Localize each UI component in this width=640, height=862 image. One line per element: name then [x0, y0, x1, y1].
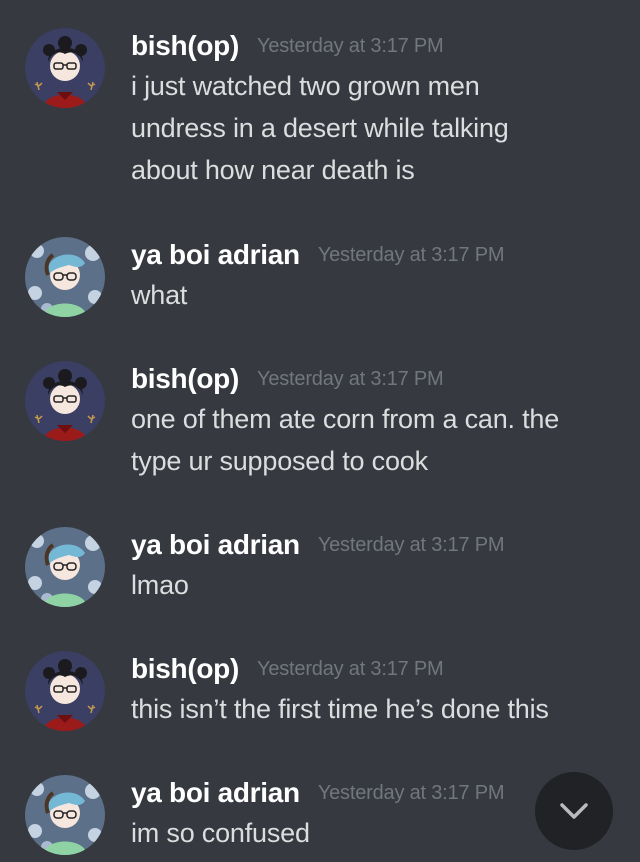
username[interactable]: bish(op): [131, 363, 239, 395]
timestamp: Yesterday at 3:17 PM: [317, 533, 505, 556]
timestamp: Yesterday at 3:17 PM: [257, 34, 444, 57]
bish-avatar-icon: [25, 361, 105, 441]
message-header: ya boi adrian Yesterday at 3:17 PM: [131, 237, 505, 273]
username[interactable]: ya boi adrian: [131, 239, 300, 271]
message-header: ya boi adrian Yesterday at 3:17 PM: [131, 527, 505, 563]
message-content: one of them ate corn from a can. the typ…: [131, 398, 621, 482]
message-content: what: [131, 274, 621, 316]
message-header: ya boi adrian Yesterday at 3:17 PM: [131, 775, 505, 811]
message-content: i just watched two grown men undress in …: [131, 65, 621, 191]
message-header: bish(op) Yesterday at 3:17 PM: [131, 361, 444, 397]
timestamp: Yesterday at 3:17 PM: [257, 367, 444, 390]
message-content: lmao: [131, 564, 621, 606]
avatar[interactable]: [25, 527, 105, 607]
avatar[interactable]: [25, 237, 105, 317]
message-header: bish(op) Yesterday at 3:17 PM: [131, 651, 444, 687]
message-header: bish(op) Yesterday at 3:17 PM: [131, 28, 444, 64]
timestamp: Yesterday at 3:17 PM: [317, 243, 505, 266]
adrian-avatar-icon: [25, 527, 105, 607]
timestamp: Yesterday at 3:17 PM: [317, 781, 505, 804]
message-line: i just watched two grown men: [131, 71, 480, 101]
avatar[interactable]: [25, 361, 105, 441]
chevron-down-icon: [560, 803, 588, 819]
message-line: lmao: [131, 570, 189, 600]
message-line: what: [131, 280, 188, 310]
message-line: undress in a desert while talking: [131, 113, 509, 143]
message-line: this isn’t the first time he’s done this: [131, 694, 549, 724]
avatar[interactable]: [25, 775, 105, 855]
username[interactable]: bish(op): [131, 30, 239, 62]
chat-messages: bish(op) Yesterday at 3:17 PM i just wat…: [0, 0, 640, 862]
username[interactable]: ya boi adrian: [131, 777, 300, 809]
message-line: one of them ate corn from a can. the: [131, 404, 560, 434]
avatar[interactable]: [25, 28, 105, 108]
message-line: about how near death is: [131, 155, 415, 185]
message-line: type ur supposed to cook: [131, 446, 428, 476]
bish-avatar-icon: [25, 651, 105, 731]
username[interactable]: bish(op): [131, 653, 239, 685]
adrian-avatar-icon: [25, 775, 105, 855]
jump-to-present-button[interactable]: [535, 772, 613, 850]
avatar[interactable]: [25, 651, 105, 731]
username[interactable]: ya boi adrian: [131, 529, 300, 561]
timestamp: Yesterday at 3:17 PM: [257, 657, 444, 680]
adrian-avatar-icon: [25, 237, 105, 317]
message-content: this isn’t the first time he’s done this: [131, 688, 621, 730]
bish-avatar-icon: [25, 28, 105, 108]
